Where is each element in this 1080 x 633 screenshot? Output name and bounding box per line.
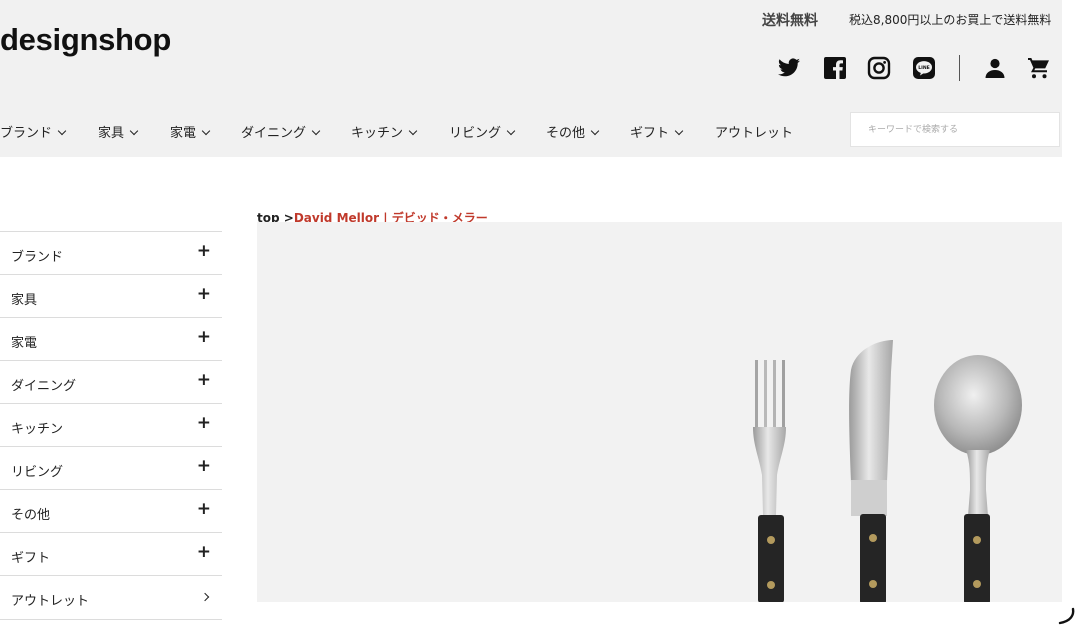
free-shipping-note: 税込8,800円以上のお買上で送料無料 (849, 13, 1052, 27)
sidebar-item-label: 家電 (11, 336, 38, 351)
sidebar-item-label: ダイニング (11, 379, 77, 394)
sidebar-item-label: ブランド (11, 250, 64, 265)
sidebar-item-brand[interactable]: ブランド + (0, 231, 222, 274)
sidebar-item-label: アウトレット (11, 594, 90, 609)
category-sidebar: ブランド + 家具 + 家電 + ダイニング + キッチン + リビング + その他 + ギフ… (0, 231, 222, 620)
plus-icon[interactable]: + (197, 372, 211, 389)
chevron-down-icon (57, 126, 67, 136)
plus-icon[interactable]: + (197, 501, 211, 518)
chevron-down-icon (590, 126, 600, 136)
twitter-icon[interactable] (777, 56, 801, 80)
nav-item-brand[interactable]: ブランド (0, 122, 67, 141)
sidebar-item-label: 家具 (11, 293, 38, 308)
site-header: designshop 送料無料 税込8,800円以上のお買上で送料無料 LINE… (0, 0, 1062, 157)
header-icons: LINE (0, 56, 1062, 82)
plus-icon[interactable]: + (197, 458, 211, 475)
spoon-image (934, 355, 1022, 602)
line-icon[interactable]: LINE (912, 56, 936, 80)
sidebar-item-label: リビング (11, 465, 64, 480)
svg-text:LINE: LINE (918, 65, 930, 71)
chevron-down-icon (674, 126, 684, 136)
chevron-down-icon (408, 126, 418, 136)
nav-item-gift[interactable]: ギフト (630, 122, 684, 141)
sidebar-item-label: ギフト (11, 551, 51, 566)
plus-icon[interactable]: + (197, 544, 211, 561)
cutlery-illustration (753, 340, 1022, 602)
sidebar-item-gift[interactable]: ギフト + (0, 532, 222, 575)
chevron-down-icon (129, 126, 139, 136)
sidebar-item-outlet[interactable]: アウトレット (0, 575, 222, 620)
nav-item-kitchen[interactable]: キッチン (351, 122, 418, 141)
search-input[interactable] (850, 112, 1060, 147)
facebook-icon[interactable] (823, 56, 847, 80)
chevron-down-icon (311, 126, 321, 136)
plus-icon[interactable]: + (197, 329, 211, 346)
free-shipping-title: 送料無料 (762, 13, 818, 29)
nav-item-other[interactable]: その他 (546, 122, 600, 141)
nav-item-appliances[interactable]: 家電 (170, 122, 211, 141)
sidebar-item-other[interactable]: その他 + (0, 489, 222, 532)
chevron-down-icon (506, 126, 516, 136)
instagram-icon[interactable] (867, 56, 891, 80)
plus-icon[interactable]: + (197, 243, 211, 260)
icon-divider (959, 55, 960, 81)
sidebar-item-label: その他 (11, 508, 51, 523)
sidebar-item-label: キッチン (11, 422, 64, 437)
sidebar-item-appliances[interactable]: 家電 + (0, 317, 222, 360)
nav-item-outlet[interactable]: アウトレット (715, 122, 793, 141)
sidebar-item-kitchen[interactable]: キッチン + (0, 403, 222, 446)
sidebar-item-furniture[interactable]: 家具 + (0, 274, 222, 317)
account-icon[interactable] (983, 56, 1007, 80)
nav-item-dining[interactable]: ダイニング (241, 122, 321, 141)
nav-item-living[interactable]: リビング (449, 122, 516, 141)
plus-icon[interactable]: + (197, 415, 211, 432)
cart-icon[interactable] (1027, 56, 1051, 80)
plus-icon[interactable]: + (197, 286, 211, 303)
hero-banner-image[interactable] (257, 222, 1062, 602)
sidebar-item-living[interactable]: リビング + (0, 446, 222, 489)
knife-image (849, 340, 893, 602)
nav-item-furniture[interactable]: 家具 (98, 122, 139, 141)
loading-spinner-icon (1058, 607, 1075, 625)
sidebar-item-dining[interactable]: ダイニング + (0, 360, 222, 403)
fork-image (753, 360, 786, 602)
chevron-down-icon (201, 126, 211, 136)
site-logo[interactable]: designshop (0, 22, 171, 58)
chevron-right-icon[interactable] (200, 592, 210, 602)
